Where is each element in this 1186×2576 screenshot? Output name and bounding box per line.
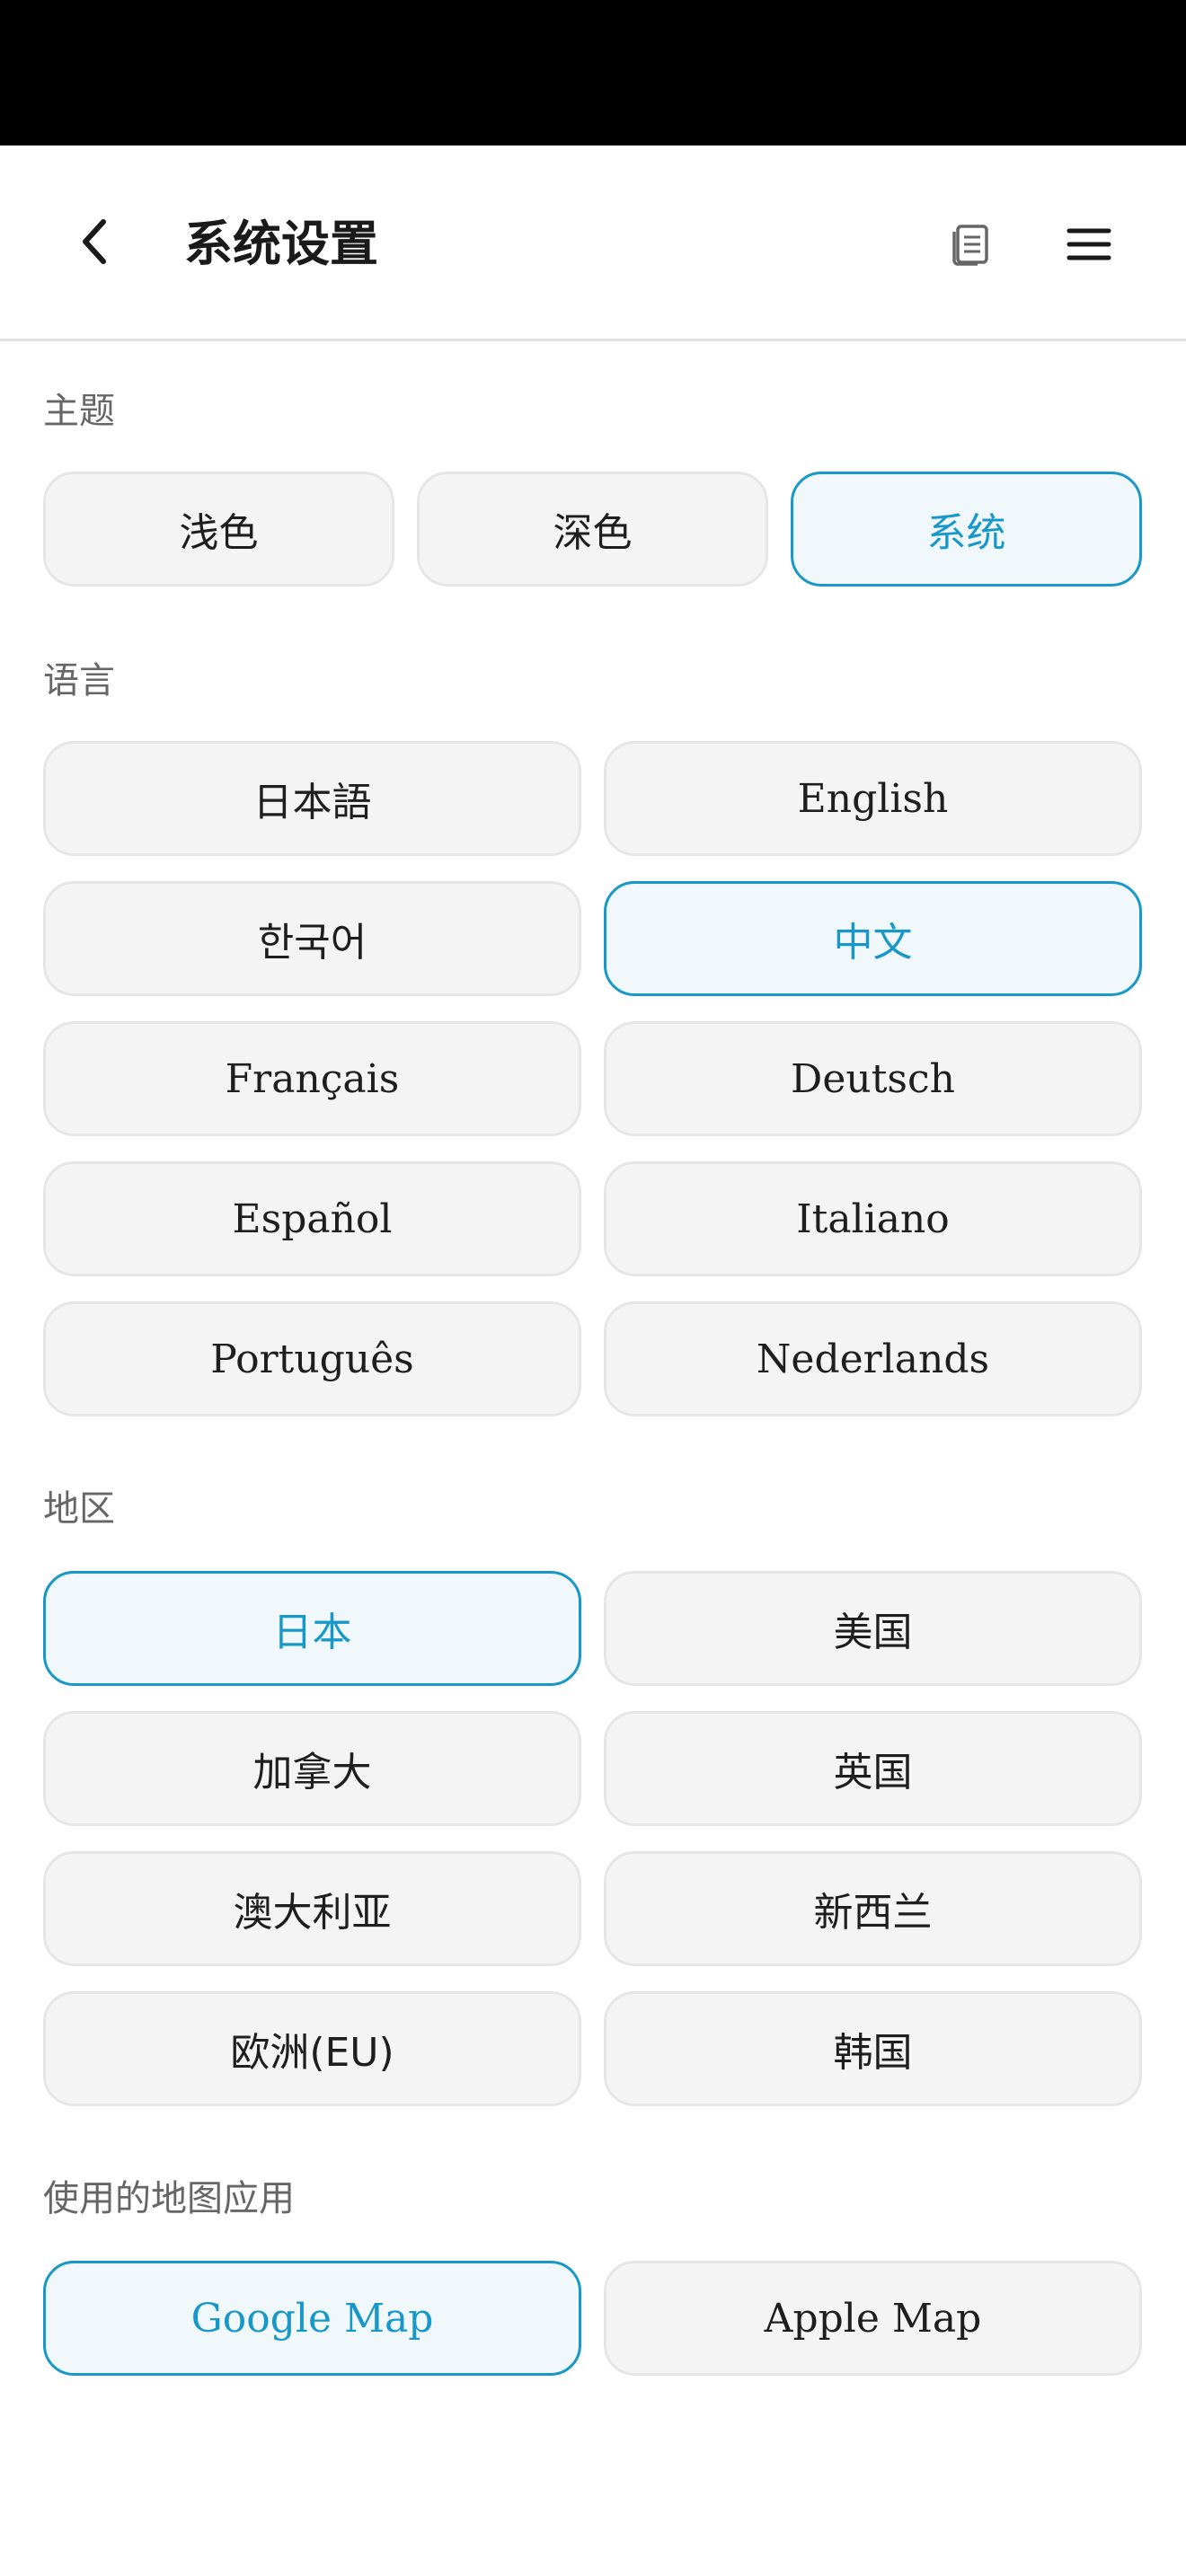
app-header: 系统设置 xyxy=(0,146,1186,341)
region-option-australia[interactable]: 澳大利亚 xyxy=(43,1851,581,1966)
map-app-section-label: 使用的地图应用 xyxy=(43,2178,295,2219)
region-option-japan[interactable]: 日本 xyxy=(43,1571,581,1686)
document-list-button[interactable] xyxy=(943,217,997,271)
language-option-japanese[interactable]: 日本語 xyxy=(43,741,581,856)
chevron-left-icon xyxy=(83,219,106,264)
language-option-italian[interactable]: Italiano xyxy=(604,1161,1142,1276)
language-option-dutch[interactable]: Nederlands xyxy=(604,1301,1142,1416)
language-option-english[interactable]: English xyxy=(604,741,1142,856)
language-option-portuguese[interactable]: Português xyxy=(43,1301,581,1416)
back-button[interactable] xyxy=(63,210,126,273)
theme-option-system[interactable]: 系统 xyxy=(791,472,1142,587)
language-option-chinese[interactable]: 中文 xyxy=(604,881,1142,996)
language-section-label: 语言 xyxy=(43,660,115,701)
region-section-label: 地区 xyxy=(43,1488,115,1530)
language-option-german[interactable]: Deutsch xyxy=(604,1021,1142,1136)
region-option-canada[interactable]: 加拿大 xyxy=(43,1711,581,1826)
region-option-uk[interactable]: 英国 xyxy=(604,1711,1142,1826)
theme-section-label: 主题 xyxy=(43,391,115,432)
language-option-french[interactable]: Français xyxy=(43,1021,581,1136)
region-option-europe[interactable]: 欧洲(EU) xyxy=(43,1991,581,2106)
status-bar xyxy=(0,0,1186,146)
region-option-korea[interactable]: 韩国 xyxy=(604,1991,1142,2106)
menu-button[interactable] xyxy=(1060,216,1118,273)
language-option-korean[interactable]: 한국어 xyxy=(43,881,581,996)
page-title: 系统设置 xyxy=(184,216,378,272)
theme-option-light[interactable]: 浅色 xyxy=(43,472,394,587)
hamburger-menu-icon xyxy=(1067,228,1111,260)
region-option-usa[interactable]: 美国 xyxy=(604,1571,1142,1686)
map-option-google[interactable]: Google Map xyxy=(43,2261,581,2376)
language-option-spanish[interactable]: Español xyxy=(43,1161,581,1276)
theme-option-dark[interactable]: 深色 xyxy=(417,472,768,587)
region-option-new-zealand[interactable]: 新西兰 xyxy=(604,1851,1142,1966)
map-option-apple[interactable]: Apple Map xyxy=(604,2261,1142,2376)
document-list-icon xyxy=(952,225,988,266)
